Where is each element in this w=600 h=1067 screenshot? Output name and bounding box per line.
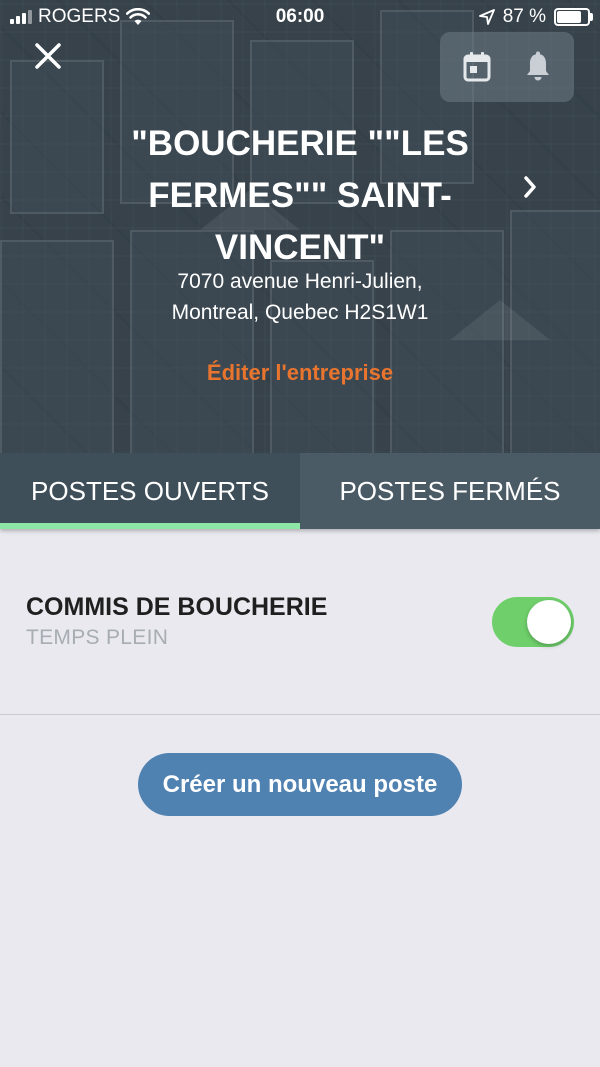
notifications-button[interactable]: [518, 47, 558, 87]
company-address: 7070 avenue Henri-Julien, Montreal, Queb…: [100, 266, 500, 328]
battery-percent: 87 %: [502, 6, 546, 27]
address-line-2: Montreal, Quebec H2S1W1: [171, 301, 429, 324]
calendar-button[interactable]: [457, 47, 497, 87]
list-item[interactable]: COMMIS DE BOUCHERIE TEMPS PLEIN: [0, 560, 600, 715]
tab-open-positions[interactable]: POSTES OUVERTS: [0, 453, 300, 529]
job-active-toggle[interactable]: [492, 597, 574, 647]
company-header: ROGERS 06:00 87 % "BOUCHERIE ""LES FERME…: [0, 0, 600, 453]
location-arrow-icon: [478, 9, 495, 25]
battery-level: [557, 11, 581, 23]
company-name: "BOUCHERIE ""LES FERMES"" SAINT-VINCENT": [131, 124, 469, 267]
edit-company-link[interactable]: Éditer l'entreprise: [150, 360, 450, 386]
tab-label: POSTES FERMÉS: [339, 475, 561, 506]
calendar-icon: [463, 52, 490, 82]
company-details-button[interactable]: [515, 172, 545, 202]
job-title: COMMIS DE BOUCHERIE: [26, 593, 328, 621]
chevron-right-icon: [524, 176, 536, 198]
building-decoration: [0, 240, 114, 453]
close-icon: [35, 43, 61, 69]
status-bar: ROGERS 06:00 87 %: [0, 0, 600, 34]
close-button[interactable]: [28, 36, 68, 76]
building-decoration: [10, 60, 104, 214]
bell-icon: [526, 51, 549, 81]
create-position-button[interactable]: Créer un nouveau poste: [138, 753, 462, 816]
header-actions: [440, 32, 574, 102]
address-line-1: 7070 avenue Henri-Julien,: [177, 270, 423, 293]
status-right: 87 %: [478, 6, 593, 28]
toggle-knob: [527, 600, 571, 644]
job-tabs: POSTES OUVERTS POSTES FERMÉS: [0, 453, 600, 529]
tab-label: POSTES OUVERTS: [31, 475, 269, 506]
active-tab-indicator: [0, 523, 300, 529]
tab-closed-positions[interactable]: POSTES FERMÉS: [300, 453, 600, 529]
job-type: TEMPS PLEIN: [26, 626, 169, 649]
battery-icon: [554, 8, 593, 26]
